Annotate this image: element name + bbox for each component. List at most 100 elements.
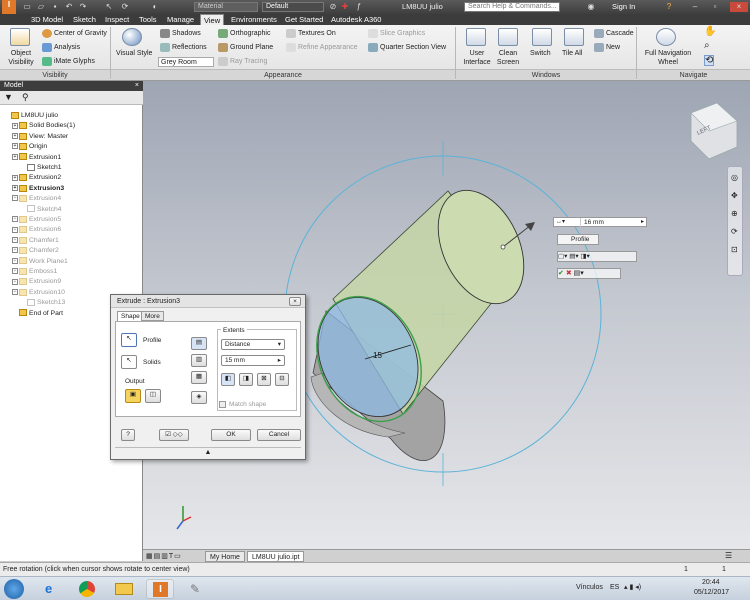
- tab-get-started[interactable]: Get Started: [282, 14, 326, 25]
- tile-all-icon[interactable]: [564, 28, 584, 46]
- tree-expander-icon[interactable]: +: [12, 278, 18, 285]
- language-indicator[interactable]: ES: [610, 584, 619, 591]
- clock-date[interactable]: 05/12/2017: [694, 589, 729, 596]
- switch-icon[interactable]: [532, 28, 552, 46]
- object-visibility-icon[interactable]: [10, 28, 30, 46]
- tree-expander-icon[interactable]: +: [12, 122, 18, 129]
- adjust-icon[interactable]: ✚: [340, 2, 350, 12]
- zoom-nav-icon[interactable]: ⊕: [731, 209, 738, 218]
- extent-arrow-head[interactable]: [525, 222, 535, 231]
- tab-environments[interactable]: Environments: [228, 14, 280, 25]
- extent-handle[interactable]: [500, 244, 506, 250]
- direction-1-button[interactable]: ◧: [221, 373, 235, 386]
- solids-select-icon[interactable]: ↖: [121, 355, 137, 369]
- switch-button[interactable]: Switch: [530, 49, 551, 58]
- appearance-field[interactable]: Default: [262, 2, 324, 12]
- new-solid-button[interactable]: ◈: [191, 391, 207, 404]
- match-shape-checkbox[interactable]: [219, 401, 226, 408]
- browser-close-icon[interactable]: ×: [135, 81, 139, 91]
- tree-expander-icon[interactable]: +: [12, 143, 18, 150]
- tree-expander-icon[interactable]: +: [12, 226, 18, 233]
- clean-screen-icon[interactable]: [498, 28, 518, 46]
- clock-time[interactable]: 20:44: [702, 579, 720, 586]
- mini-more-icon[interactable]: ▤▾: [574, 270, 584, 277]
- tree-item[interactable]: Sketch4: [20, 205, 62, 215]
- lighting-style-select[interactable]: Grey Room: [158, 57, 214, 67]
- fx-icon[interactable]: ƒ: [354, 2, 364, 12]
- tab-more[interactable]: More: [141, 311, 164, 321]
- tab-sketch[interactable]: Sketch: [70, 14, 99, 25]
- taskbar-inventor-icon[interactable]: I: [146, 579, 174, 599]
- visual-style-icon[interactable]: [122, 28, 142, 46]
- mini-profile-button[interactable]: Profile: [557, 234, 599, 245]
- tree-item[interactable]: Sketch1: [20, 163, 62, 173]
- start-button[interactable]: [4, 579, 24, 599]
- redo-icon[interactable]: ↷: [78, 2, 88, 12]
- distance-input[interactable]: 15 mm ▸: [221, 355, 285, 366]
- tab-tools[interactable]: Tools: [136, 14, 160, 25]
- tree-item[interactable]: + Extrusion9: [12, 277, 61, 287]
- textures-on-button[interactable]: Textures On: [298, 29, 336, 38]
- tab-manage[interactable]: Manage: [164, 14, 197, 25]
- doc-tab-part[interactable]: LM8UU julio.ipt: [247, 551, 305, 562]
- visual-style-button[interactable]: Visual Style: [116, 49, 152, 58]
- tree-item[interactable]: + Emboss1: [12, 267, 57, 277]
- update-icon[interactable]: ⟳: [120, 2, 130, 12]
- tree-item[interactable]: + Extrusion3: [12, 184, 64, 194]
- new-window-button[interactable]: New: [606, 43, 620, 52]
- asymmetric-button[interactable]: ⊟: [275, 373, 289, 386]
- shadows-button[interactable]: Shadows: [172, 29, 201, 38]
- refine-appearance-button[interactable]: Refine Appearance: [298, 43, 358, 52]
- orthographic-button[interactable]: Orthographic: [230, 29, 270, 38]
- mini-ok-icon[interactable]: ✔: [558, 270, 564, 277]
- tree-expander-icon[interactable]: +: [12, 185, 18, 191]
- close-icon[interactable]: ×: [730, 2, 748, 12]
- tray-links-label[interactable]: Vínculos: [576, 584, 603, 591]
- mini-cancel-icon[interactable]: ✖: [566, 270, 572, 277]
- output-surface-button[interactable]: ◫: [145, 389, 161, 403]
- reflections-button[interactable]: Reflections: [172, 43, 207, 52]
- ground-plane-button[interactable]: Ground Plane: [230, 43, 273, 52]
- analysis-button[interactable]: Analysis: [54, 43, 80, 52]
- open-icon[interactable]: ▱: [36, 2, 46, 12]
- intersect-button[interactable]: ▦: [191, 371, 207, 384]
- taskbar-ie-icon[interactable]: e: [38, 579, 66, 599]
- pan-nav-icon[interactable]: ✥: [731, 191, 738, 200]
- tree-expander-icon[interactable]: +: [12, 153, 18, 160]
- dimension-label[interactable]: 15: [373, 351, 382, 360]
- tree-item[interactable]: + Solid Bodies(1): [12, 121, 75, 131]
- orbit-icon[interactable]: ⟲: [704, 55, 715, 66]
- profile-select-icon[interactable]: ↖: [121, 333, 137, 347]
- mini-distance-input[interactable]: 16 mm: [580, 218, 636, 227]
- tree-expander-icon[interactable]: +: [12, 268, 18, 275]
- extents-select[interactable]: Distance ▾: [221, 339, 285, 350]
- select-icon[interactable]: ↖: [104, 2, 114, 12]
- tray-icons[interactable]: ▴ ▮ ◂): [624, 583, 641, 591]
- clear-override-icon[interactable]: ⊘: [328, 2, 338, 12]
- steering-wheel-icon[interactable]: ◎: [731, 173, 738, 182]
- pan-icon[interactable]: ✋: [704, 27, 716, 37]
- quarter-section-view-button[interactable]: Quarter Section View: [380, 43, 446, 52]
- dialog-close-icon[interactable]: ×: [289, 297, 301, 306]
- user-icon[interactable]: ◉: [586, 2, 596, 12]
- window-arrange-icons[interactable]: ▦▤▥T▭: [146, 552, 182, 560]
- tree-expander-icon[interactable]: +: [12, 133, 18, 139]
- dialog-collapse-handle[interactable]: ▲: [115, 447, 301, 457]
- tree-item[interactable]: LM8UU julio: [4, 111, 58, 121]
- taskbar-tool-icon[interactable]: ✎: [184, 579, 212, 599]
- tile-all-button[interactable]: Tile All: [562, 49, 582, 58]
- center-of-gravity-button[interactable]: Center of Gravity: [54, 29, 107, 38]
- tree-expander-icon[interactable]: +: [12, 174, 18, 181]
- tree-item[interactable]: + Extrusion5: [12, 215, 61, 225]
- preview-toggle[interactable]: ☑ ◇◇: [159, 429, 189, 441]
- material-field[interactable]: Material: [194, 2, 258, 12]
- tree-expander-icon[interactable]: +: [12, 237, 18, 243]
- tree-item[interactable]: + Chamfer2: [12, 246, 59, 256]
- filter-icon[interactable]: ▼: [4, 92, 13, 102]
- tree-item[interactable]: + Extrusion10: [12, 288, 65, 298]
- orbit-nav-icon[interactable]: ⟳: [731, 227, 738, 236]
- imate-glyphs-button[interactable]: iMate Glyphs: [54, 57, 95, 66]
- tab-shape[interactable]: Shape: [117, 311, 144, 321]
- mini-confirm-buttons[interactable]: ✔ ✖ ▤▾: [557, 268, 621, 279]
- ok-button[interactable]: OK: [211, 429, 251, 441]
